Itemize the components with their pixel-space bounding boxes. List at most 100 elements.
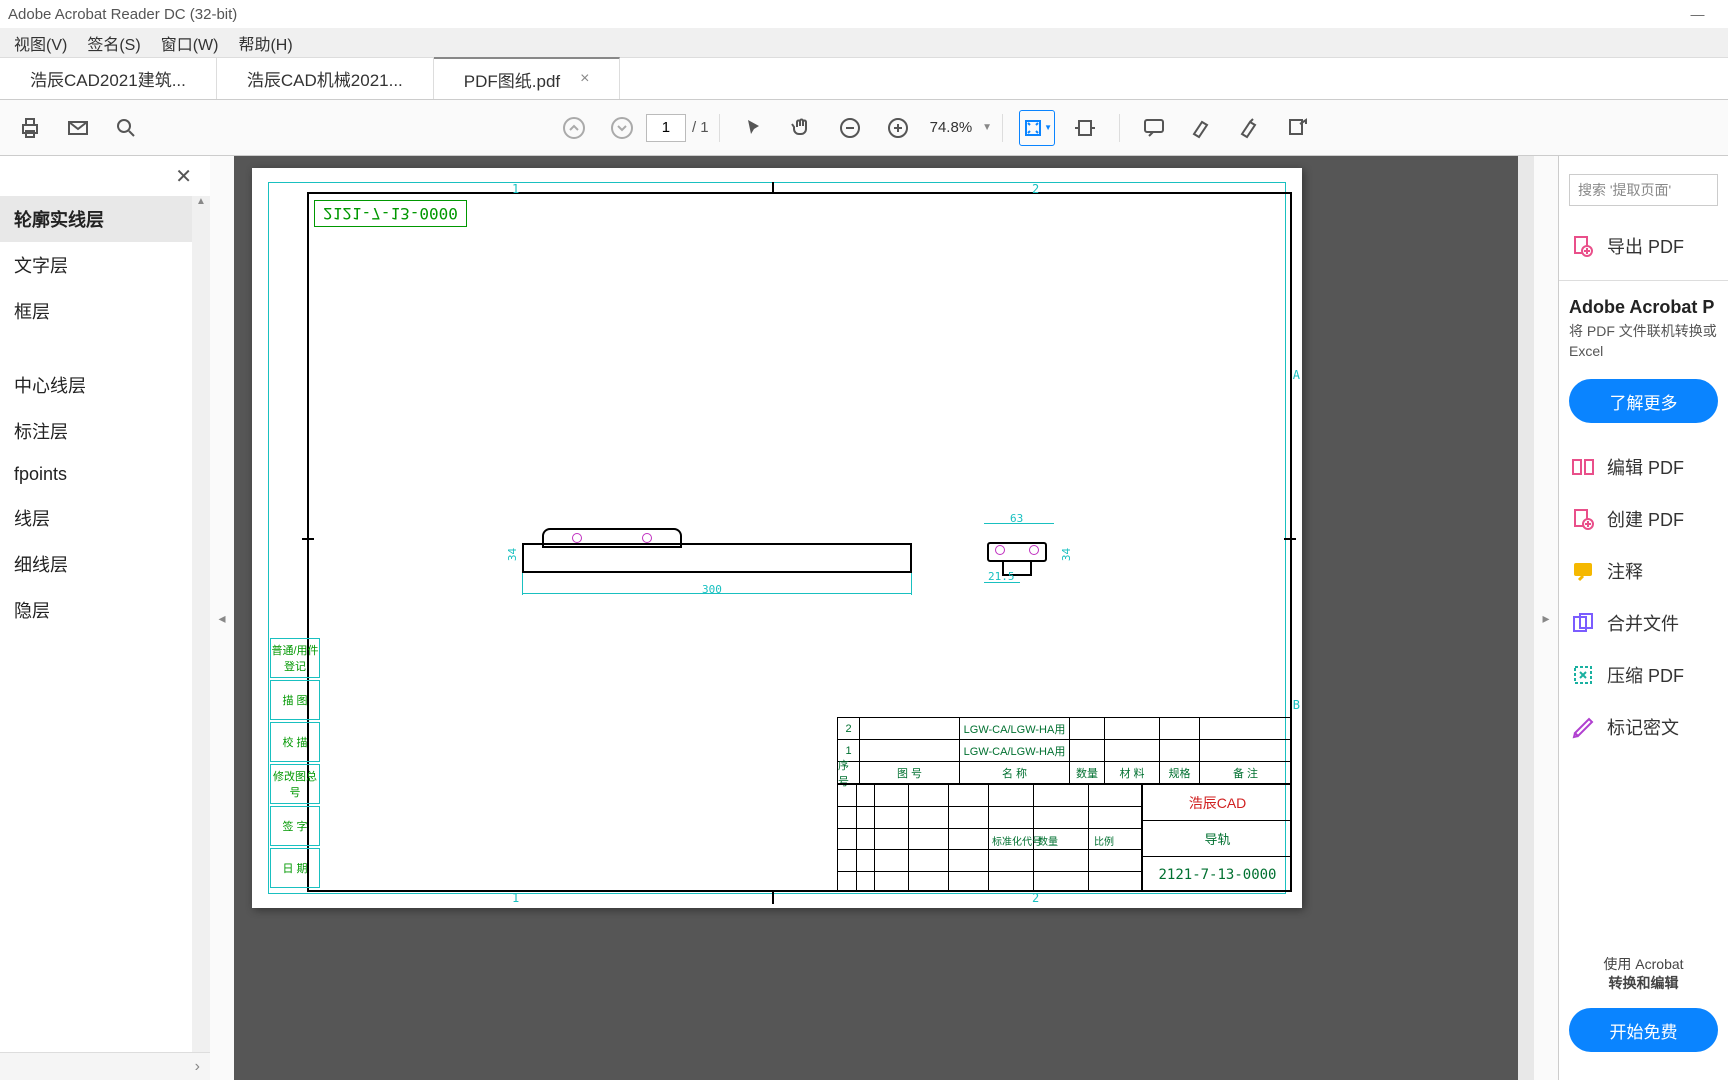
grid-label: 2 <box>1032 891 1039 905</box>
redact-icon <box>1569 713 1597 741</box>
export-pdf-icon <box>1569 232 1597 260</box>
layer-item[interactable]: fpoints <box>0 454 210 495</box>
cad-rail-block <box>542 528 682 548</box>
layer-item[interactable]: 细线层 <box>0 541 210 587</box>
layer-item[interactable]: 文字层 <box>0 242 210 288</box>
compress-icon <box>1569 661 1597 689</box>
main-toolbar: / 1 74.8%▼ ▼ <box>0 100 1728 156</box>
side-tab: 校 描 <box>270 722 320 762</box>
layer-item[interactable]: 隐层 <box>0 587 210 633</box>
layer-item[interactable]: 线层 <box>0 495 210 541</box>
layers-list: 轮廓实线层 文字层 框层 中心线层 标注层 fpoints 线层 细线层 隐层 … <box>0 196 210 1052</box>
frame-tick <box>302 538 314 540</box>
start-free-button[interactable]: 开始免费 <box>1569 1008 1718 1052</box>
sign-icon[interactable] <box>1280 110 1316 146</box>
title-block-dwgno: 2121-7-13-0000 <box>1143 857 1292 892</box>
promo-title: Adobe Acrobat P <box>1559 289 1728 322</box>
tab-2[interactable]: PDF图纸.pdf × <box>434 57 621 99</box>
erase-icon[interactable] <box>1232 110 1268 146</box>
main-content: ✕ 轮廓实线层 文字层 框层 中心线层 标注层 fpoints 线层 细线层 隐… <box>0 156 1728 1080</box>
chevron-down-icon: ▼ <box>982 122 992 133</box>
side-tab: 日 期 <box>270 848 320 888</box>
layers-footer: › <box>0 1052 210 1080</box>
dim-label: 300 <box>702 583 722 596</box>
layer-item[interactable]: 标注层 <box>0 408 210 454</box>
title-block-part: 导轨 <box>1143 821 1292 857</box>
comment-icon[interactable] <box>1136 110 1172 146</box>
menu-window[interactable]: 窗口(W) <box>151 31 229 55</box>
tool-comment[interactable]: 注释 <box>1559 545 1728 597</box>
zoom-in-icon[interactable] <box>880 110 916 146</box>
zoom-out-icon[interactable] <box>832 110 868 146</box>
highlight-icon[interactable] <box>1184 110 1220 146</box>
grid-label: B <box>1293 698 1300 712</box>
zoom-icon[interactable] <box>108 110 144 146</box>
dim-label: 34 <box>506 548 519 561</box>
learn-more-button[interactable]: 了解更多 <box>1569 379 1718 423</box>
doc-scrollbar[interactable] <box>1518 156 1534 1080</box>
grid-label: 2 <box>1032 182 1039 196</box>
title-block-brand: 浩辰CAD <box>1143 785 1292 821</box>
comment-tool-icon <box>1569 557 1597 585</box>
tool-redact[interactable]: 标记密文 <box>1559 701 1728 753</box>
close-panel-icon[interactable]: ✕ <box>175 164 192 189</box>
tool-export-pdf[interactable]: 导出 PDF <box>1559 220 1728 272</box>
tools-search-input[interactable]: 搜索 '提取页面' <box>1569 174 1718 206</box>
page-number-input[interactable] <box>646 114 686 142</box>
layer-item[interactable]: 框层 <box>0 288 210 334</box>
tools-panel: 搜索 '提取页面' 导出 PDF Adobe Acrobat P 将 PDF 文… <box>1558 156 1728 1080</box>
left-collapse-handle[interactable]: ◂ <box>210 156 234 1080</box>
page-width-icon[interactable] <box>1067 110 1103 146</box>
side-tab: 签 字 <box>270 806 320 846</box>
combine-icon <box>1569 609 1597 637</box>
right-collapse-handle[interactable]: ▸ <box>1534 156 1558 1080</box>
title-block: 2 LGW-CA/LGW-HA用 1 LGW-CA/LGW-HA用 <box>837 717 1292 892</box>
menu-help[interactable]: 帮助(H) <box>228 31 302 55</box>
dim-label: 34 <box>1060 548 1073 561</box>
tool-combine[interactable]: 合并文件 <box>1559 597 1728 649</box>
layer-item[interactable]: 中心线层 <box>0 362 210 408</box>
hand-icon[interactable] <box>784 110 820 146</box>
layer-item[interactable]: 轮廓实线层 <box>0 196 210 242</box>
chevron-right-icon[interactable]: › <box>195 1058 200 1076</box>
edit-pdf-icon <box>1569 453 1597 481</box>
tab-1[interactable]: 浩辰CAD机械2021... <box>217 57 434 99</box>
fit-page-icon[interactable]: ▼ <box>1019 110 1055 146</box>
window-title: Adobe Acrobat Reader DC (32-bit) <box>8 6 237 23</box>
title-bar: Adobe Acrobat Reader DC (32-bit) — <box>0 0 1728 28</box>
drawing-number-box: 2121-7-13-0000 <box>314 200 467 227</box>
cursor-icon[interactable] <box>736 110 772 146</box>
tool-compress[interactable]: 压缩 PDF <box>1559 649 1728 701</box>
page-total: / 1 <box>692 119 709 136</box>
promo-subtitle: 将 PDF 文件联机转换或 Excel <box>1559 322 1728 375</box>
mail-icon[interactable] <box>60 110 96 146</box>
menu-view[interactable]: 视图(V) <box>4 31 77 55</box>
close-tab-icon[interactable]: × <box>580 70 589 88</box>
tool-create-pdf[interactable]: 创建 PDF <box>1559 493 1728 545</box>
print-icon[interactable] <box>12 110 48 146</box>
page-down-icon[interactable] <box>604 110 640 146</box>
frame-tick <box>772 892 774 904</box>
side-tab: 修改图总号 <box>270 764 320 804</box>
cad-hole <box>642 533 652 543</box>
minimize-button[interactable]: — <box>1675 6 1720 22</box>
grid-label: 1 <box>512 891 519 905</box>
side-tab: 描 图 <box>270 680 320 720</box>
footer-promo: 使用 Acrobat 转换和编辑 <box>1559 945 1728 1004</box>
tool-edit-pdf[interactable]: 编辑 PDF <box>1559 441 1728 493</box>
create-pdf-icon <box>1569 505 1597 533</box>
pdf-page: 1 2 1 2 A B 2121-7-13-0000 普通/用件登记 描 图 校… <box>252 168 1302 908</box>
dim-label: 63 <box>1010 512 1023 525</box>
layers-scrollbar[interactable]: ▲ <box>192 196 210 1052</box>
cad-hole <box>572 533 582 543</box>
side-tab: 普通/用件登记 <box>270 638 320 678</box>
document-viewport[interactable]: 1 2 1 2 A B 2121-7-13-0000 普通/用件登记 描 图 校… <box>234 156 1534 1080</box>
tab-0[interactable]: 浩辰CAD2021建筑... <box>0 57 217 99</box>
grid-label: A <box>1293 368 1300 382</box>
page-up-icon[interactable] <box>556 110 592 146</box>
grid-label: 1 <box>512 182 519 196</box>
frame-tick <box>772 182 774 194</box>
zoom-dropdown[interactable]: 74.8%▼ <box>930 119 992 136</box>
layers-panel: ✕ 轮廓实线层 文字层 框层 中心线层 标注层 fpoints 线层 细线层 隐… <box>0 156 210 1080</box>
menu-sign[interactable]: 签名(S) <box>77 31 150 55</box>
